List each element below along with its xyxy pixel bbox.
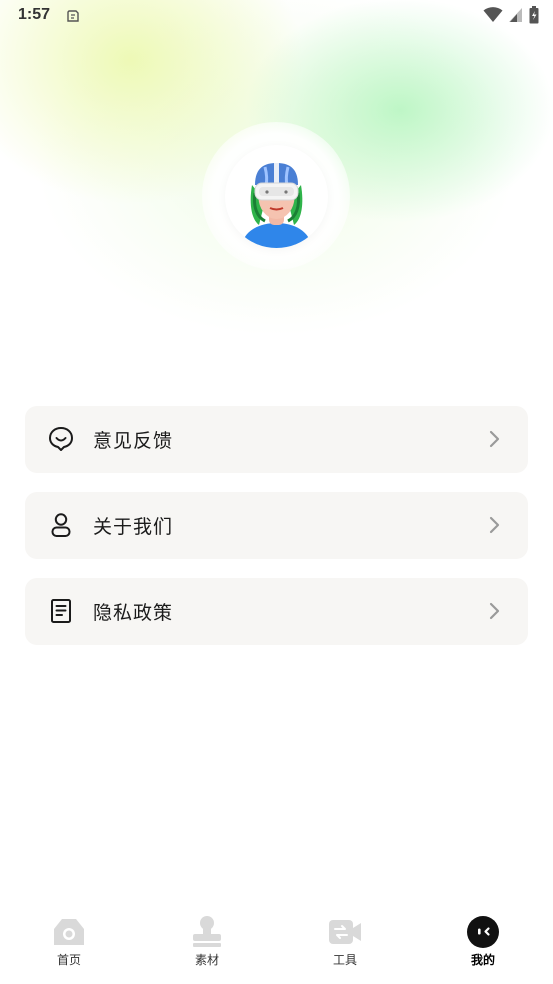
menu-item-about[interactable]: 关于我们 bbox=[25, 492, 528, 559]
menu-item-label: 意见反馈 bbox=[93, 430, 174, 452]
battery-icon bbox=[529, 6, 539, 28]
menu-item-privacy[interactable]: 隐私政策 bbox=[25, 578, 528, 645]
document-icon bbox=[48, 598, 74, 624]
stamp-icon bbox=[190, 915, 224, 949]
bottom-nav: 首页 素材 工具 我的 bbox=[0, 905, 553, 984]
status-bar: 1:57 bbox=[0, 0, 553, 32]
nav-home[interactable]: 首页 bbox=[29, 915, 109, 968]
nav-materials[interactable]: 素材 bbox=[167, 915, 247, 968]
profile-face-icon bbox=[466, 915, 500, 949]
chevron-right-icon bbox=[488, 602, 500, 620]
menu-item-label: 隐私政策 bbox=[93, 602, 174, 624]
nav-label: 首页 bbox=[56, 953, 81, 967]
nav-label: 素材 bbox=[194, 953, 219, 967]
wifi-icon bbox=[483, 7, 503, 27]
person-icon bbox=[48, 512, 74, 538]
menu-item-label: 关于我们 bbox=[93, 516, 174, 538]
video-tool-icon bbox=[328, 915, 362, 949]
nav-tools[interactable]: 工具 bbox=[305, 915, 385, 968]
nav-label: 工具 bbox=[332, 953, 357, 967]
nav-mine[interactable]: 我的 bbox=[443, 915, 523, 968]
signal-icon bbox=[509, 7, 523, 27]
nav-label: 我的 bbox=[470, 953, 495, 967]
notification-icon bbox=[66, 8, 80, 27]
settings-menu: 意见反馈 关于我们 隐私政策 bbox=[25, 406, 528, 664]
home-camera-icon bbox=[52, 915, 86, 949]
avatar[interactable] bbox=[225, 145, 328, 248]
chevron-right-icon bbox=[488, 516, 500, 534]
menu-item-feedback[interactable]: 意见反馈 bbox=[25, 406, 528, 473]
status-time: 1:57 bbox=[18, 6, 51, 23]
chevron-right-icon bbox=[488, 430, 500, 448]
smile-feedback-icon bbox=[48, 426, 74, 452]
